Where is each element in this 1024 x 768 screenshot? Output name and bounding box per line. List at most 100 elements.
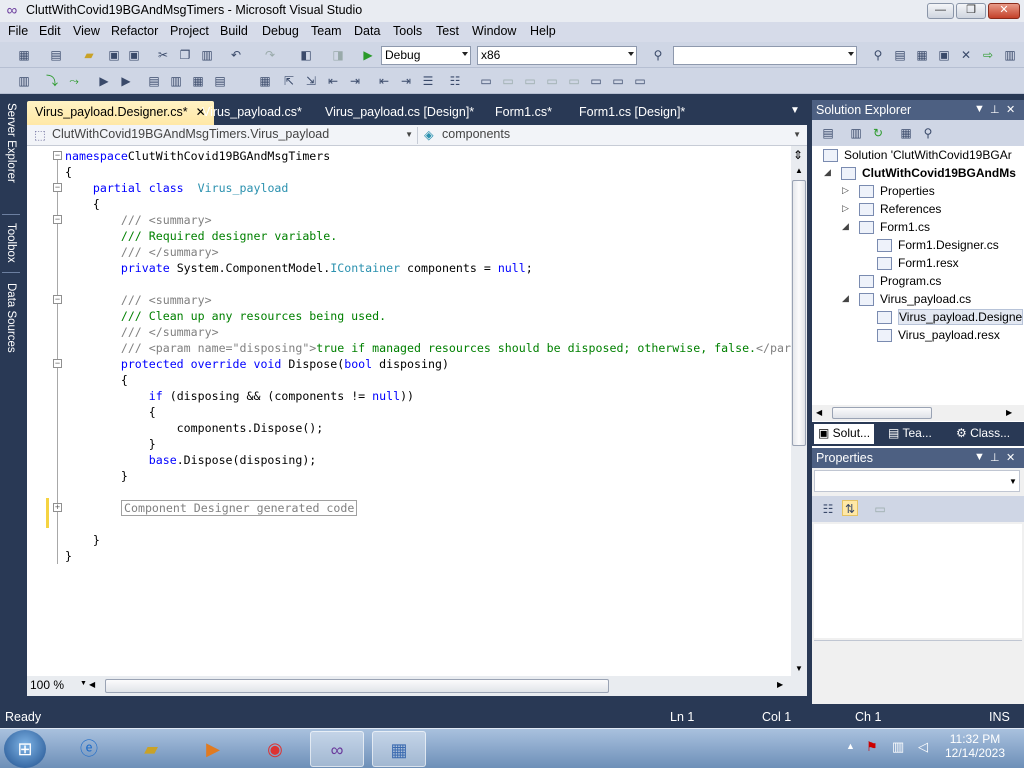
code-line[interactable]: protected override void Dispose(bool dis… <box>65 356 449 372</box>
tree-item[interactable]: References <box>880 202 941 216</box>
navigate-backward-icon[interactable]: ◧ <box>298 47 314 63</box>
code-line[interactable]: namespaceClutWithCovid19BGAndMsgTimers <box>65 148 330 164</box>
display-parameter-info-icon[interactable]: ▶ <box>118 73 134 89</box>
properties-window-icon[interactable]: ▦ <box>914 47 930 63</box>
collapse-toggle-icon[interactable]: − <box>53 215 62 224</box>
menu-team[interactable]: Team <box>311 24 342 38</box>
menu-tools[interactable]: Tools <box>393 24 422 38</box>
tree-horizontal-scrollbar[interactable]: ◀ ▶ <box>812 405 1024 421</box>
tree-item[interactable]: Properties <box>880 184 935 198</box>
code-editor[interactable]: − − − − − + namespaceClutWithCovid19BGAn… <box>27 146 791 676</box>
maximize-button[interactable]: ❐ <box>956 3 986 19</box>
collapse-toggle-icon[interactable]: − <box>53 151 62 160</box>
media-player-icon[interactable]: ▶ <box>186 731 240 767</box>
collapse-node-icon[interactable]: ◢ <box>842 293 849 304</box>
form-align-top-icon[interactable]: ▭ <box>544 73 560 89</box>
start-button[interactable]: ⊞ <box>4 730 46 768</box>
quick-info-icon[interactable]: ▤ <box>146 73 162 89</box>
toolbox-tab[interactable]: Toolbox <box>2 223 20 273</box>
complete-word-icon[interactable]: ▥ <box>168 73 184 89</box>
menu-test[interactable]: Test <box>436 24 459 38</box>
toolbox-icon[interactable]: ✕ <box>958 47 974 63</box>
zoom-select[interactable]: 100 % ▼ <box>30 678 87 694</box>
refresh-icon[interactable]: ↻ <box>870 125 886 141</box>
scroll-right-icon[interactable]: ▶ <box>1006 408 1012 417</box>
show-hidden-icons-icon[interactable]: ▲ <box>846 741 855 751</box>
tab-virus-payload-cs[interactable]: Virus_payload.cs* <box>194 101 310 125</box>
tree-item[interactable]: Form1.resx <box>898 256 959 270</box>
code-line[interactable]: { <box>65 372 128 388</box>
code-line[interactable]: base.Dispose(disposing); <box>65 452 317 468</box>
object-browser-icon[interactable]: ▣ <box>936 47 952 63</box>
member-selector[interactable]: ◈ components ▼ <box>420 127 805 144</box>
display-object-members-icon[interactable]: ▶ <box>96 73 112 89</box>
form-size-icon[interactable]: ▭ <box>610 73 626 89</box>
code-line[interactable]: private System.ComponentModel.IContainer… <box>65 260 533 276</box>
prev-bookmark-icon[interactable]: ⇱ <box>281 73 297 89</box>
horizontal-scroll-thumb[interactable] <box>105 679 609 693</box>
new-project-icon[interactable]: ▦ <box>16 47 32 63</box>
tree-item[interactable]: Virus_payload.cs <box>880 292 971 306</box>
chrome-icon[interactable]: ◉ <box>248 731 302 767</box>
pin-icon[interactable]: ⊥ <box>990 103 1000 116</box>
view-class-diagram-icon[interactable]: ⚲ <box>920 125 936 141</box>
find-in-files-icon[interactable]: ⚲ <box>650 47 666 63</box>
running-app-icon[interactable]: ▦ <box>372 731 426 767</box>
save-all-icon[interactable]: ▣ <box>126 47 142 63</box>
menu-window[interactable]: Window <box>472 24 516 38</box>
platform-select[interactable]: x86 <box>477 46 637 65</box>
code-line[interactable]: /// <summary> <box>65 292 212 308</box>
pin-icon[interactable]: ⊥ <box>990 451 1000 464</box>
panel-dropdown-icon[interactable]: ▼ <box>974 451 985 463</box>
property-pages-icon[interactable]: ▭ <box>872 501 888 517</box>
file-explorer-icon[interactable]: ▰ <box>124 731 178 767</box>
vertical-scroll-thumb[interactable] <box>792 180 806 446</box>
menu-debug[interactable]: Debug <box>262 24 299 38</box>
menu-build[interactable]: Build <box>220 24 248 38</box>
view-code-icon[interactable]: ▦ <box>898 125 914 141</box>
code-line[interactable]: /// Clean up any resources being used. <box>65 308 386 324</box>
form-align-center-icon[interactable]: ▭ <box>500 73 516 89</box>
bookmark-icon[interactable]: ▦ <box>257 73 273 89</box>
find-combo[interactable] <box>673 46 857 65</box>
open-file-icon[interactable]: ▰ <box>81 47 97 63</box>
solution-explorer-icon[interactable]: ▤ <box>892 47 908 63</box>
form-align-bottom-icon[interactable]: ▭ <box>588 73 604 89</box>
tab-team-explorer[interactable]: ▤ Tea... <box>884 424 936 444</box>
copy-icon[interactable]: ❐ <box>177 47 193 63</box>
scroll-left-icon[interactable]: ◀ <box>816 408 822 417</box>
code-line[interactable]: { <box>65 164 72 180</box>
scroll-up-icon[interactable]: ▲ <box>795 166 803 175</box>
code-line[interactable]: if (disposing && (components != null)) <box>65 388 414 404</box>
collapse-node-icon[interactable]: ◢ <box>824 167 831 178</box>
visual-studio-taskbar-icon[interactable]: ∞ <box>310 731 364 767</box>
extension-manager-icon[interactable]: ▥ <box>1002 47 1018 63</box>
close-button[interactable]: ✕ <box>988 3 1020 19</box>
type-selector[interactable]: ⬚ ClutWithCovid19BGAndMsgTimers.Virus_pa… <box>30 127 418 144</box>
undo-icon[interactable]: ↶ <box>228 47 244 63</box>
panel-dropdown-icon[interactable]: ▼ <box>974 103 985 115</box>
code-line[interactable]: components.Dispose(); <box>65 420 324 436</box>
clock[interactable]: 11:32 PM 12/14/2023 <box>940 732 1010 760</box>
form-align-right-icon[interactable]: ▭ <box>522 73 538 89</box>
menu-view[interactable]: View <box>73 24 100 38</box>
panel-close-icon[interactable]: ✕ <box>1006 451 1015 464</box>
tree-item[interactable]: Virus_payload.Designe <box>898 309 1024 325</box>
uncomment-lines-icon[interactable]: ☷ <box>447 73 463 89</box>
code-line[interactable]: /// <param name="disposing">true if mana… <box>65 340 791 356</box>
object-selector[interactable]: ▼ <box>814 470 1020 492</box>
increase-indent-icon[interactable]: ⇥ <box>398 73 414 89</box>
menu-edit[interactable]: Edit <box>39 24 61 38</box>
next-bookmark-folder-icon[interactable]: ⇥ <box>347 73 363 89</box>
collapse-toggle-icon[interactable]: − <box>53 295 62 304</box>
tree-item[interactable]: Form1.cs <box>880 220 930 234</box>
expand-toggle-icon[interactable]: + <box>53 503 62 512</box>
tree-item[interactable]: Solution 'ClutWithCovid19BGAr <box>844 148 1012 162</box>
split-editor-icon[interactable]: ⇕ <box>793 148 803 162</box>
property-grid[interactable] <box>814 524 1022 638</box>
step-over-icon[interactable]: ⤳ <box>66 73 82 89</box>
tab-form1-design[interactable]: Form1.cs [Design]* <box>571 101 693 125</box>
paste-icon[interactable]: ▥ <box>199 47 215 63</box>
minimize-button[interactable]: — <box>927 3 954 19</box>
code-line[interactable]: } <box>65 532 100 548</box>
